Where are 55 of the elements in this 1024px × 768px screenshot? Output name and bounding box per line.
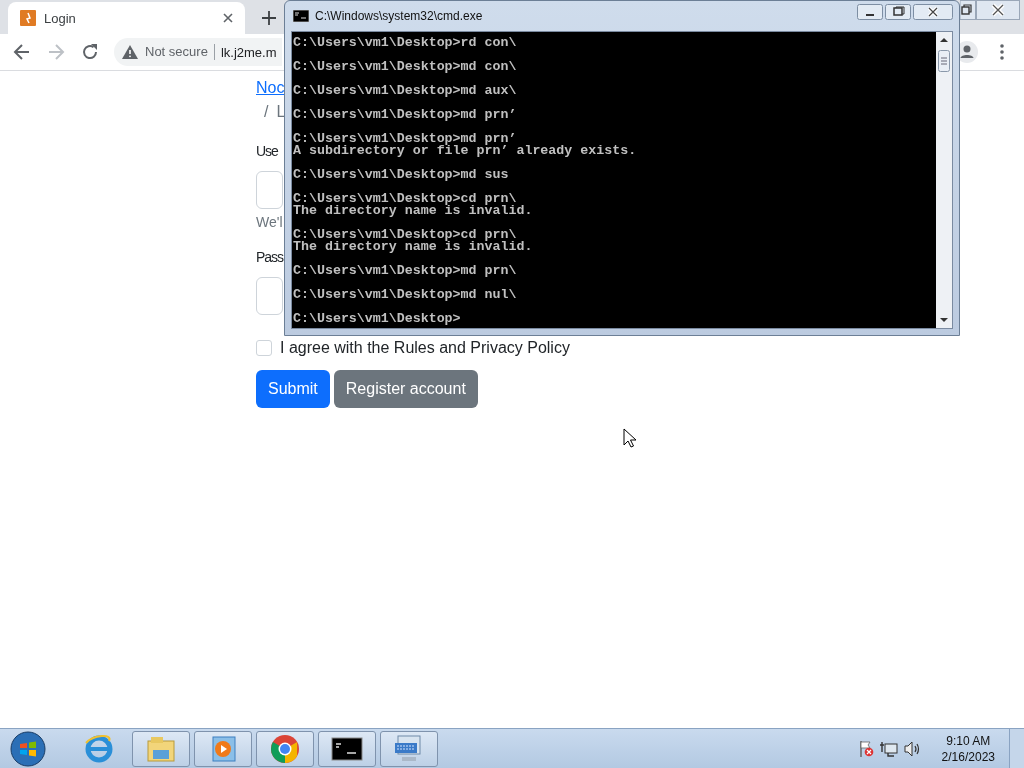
close-icon[interactable] (223, 13, 233, 23)
console-line: C:\Users\vm1\Desktop>cd prn\ (293, 229, 517, 241)
username-label: Use (256, 142, 278, 161)
console-line: C:\Users\vm1\Desktop> (293, 313, 462, 325)
scroll-thumb[interactable] (938, 50, 950, 72)
console-line: The directory name is invalid. (293, 241, 534, 253)
chrome-icon (269, 732, 301, 765)
console-line: A subdirectory or file prn’ already exists. (293, 145, 638, 157)
console-line: C:\Users\vm1\Desktop>cd prn\ (293, 193, 517, 205)
breadcrumb-link[interactable]: Noc (256, 76, 285, 100)
restore-icon[interactable] (960, 0, 976, 20)
password-label: Pass (256, 248, 284, 267)
start-button[interactable] (8, 729, 48, 768)
close-icon[interactable] (913, 4, 953, 20)
warning-icon (122, 45, 138, 59)
console-line: C:\Users\vm1\Desktop>md prn’ (293, 109, 518, 121)
taskbar-button[interactable] (318, 730, 376, 767)
back-icon[interactable] (12, 42, 32, 62)
maximize-icon[interactable] (885, 4, 911, 20)
browser-tab[interactable]: Login (8, 2, 245, 34)
console-line: The directory name is invalid. (293, 205, 534, 217)
checkbox[interactable] (256, 340, 272, 356)
console-line: C:\Users\vm1\Desktop>md con\ (293, 61, 518, 73)
url-text: lk.j2me.m (219, 44, 277, 60)
breadcrumb-separator: / (264, 102, 270, 122)
action-center-icon[interactable] (857, 739, 874, 758)
browser-e-icon (83, 732, 115, 765)
password-field[interactable] (256, 277, 283, 315)
clock-date[interactable]: 2/16/2023 (941, 748, 995, 765)
console-line: C:\Users\vm1\Desktop>md aux\ (293, 85, 518, 97)
console-line: C:\Users\vm1\Desktop>rd con\ (293, 37, 518, 49)
menu-icon[interactable] (1000, 44, 1004, 60)
help-text: We'l (256, 214, 283, 230)
network-icon[interactable] (879, 740, 898, 757)
agree-label: I agree with the Rules and Privacy Policy (280, 339, 570, 357)
cursor-icon (623, 428, 636, 448)
console-line: C:\Users\vm1\Desktop>md nul\ (293, 289, 518, 301)
console-icon (293, 10, 309, 22)
security-label: Not secure (145, 44, 215, 60)
username-field[interactable] (256, 171, 283, 209)
submit-button[interactable]: Submit (256, 370, 330, 408)
reload-icon[interactable] (80, 42, 100, 62)
scrollbar[interactable] (936, 32, 952, 328)
favicon-icon (20, 10, 36, 26)
console-line: C:\Users\vm1\Desktop>md prn’ (293, 133, 517, 145)
address-bar[interactable]: Not secure lk.j2me.m (114, 38, 282, 66)
speaker-icon[interactable] (903, 740, 922, 757)
window-title: C:\Windows\system32\cmd.exe (315, 9, 483, 23)
clock-time[interactable]: 9:10 AM (946, 732, 991, 749)
tab-title: Login (44, 10, 77, 26)
console-line: C:\Users\vm1\Desktop>md sus (293, 169, 510, 181)
register-button[interactable]: Register account (333, 370, 478, 408)
new-tab-icon[interactable] (262, 11, 276, 25)
minimize-icon[interactable] (857, 4, 883, 20)
console-line: C:\Users\vm1\Desktop>md prn\ (293, 265, 518, 277)
